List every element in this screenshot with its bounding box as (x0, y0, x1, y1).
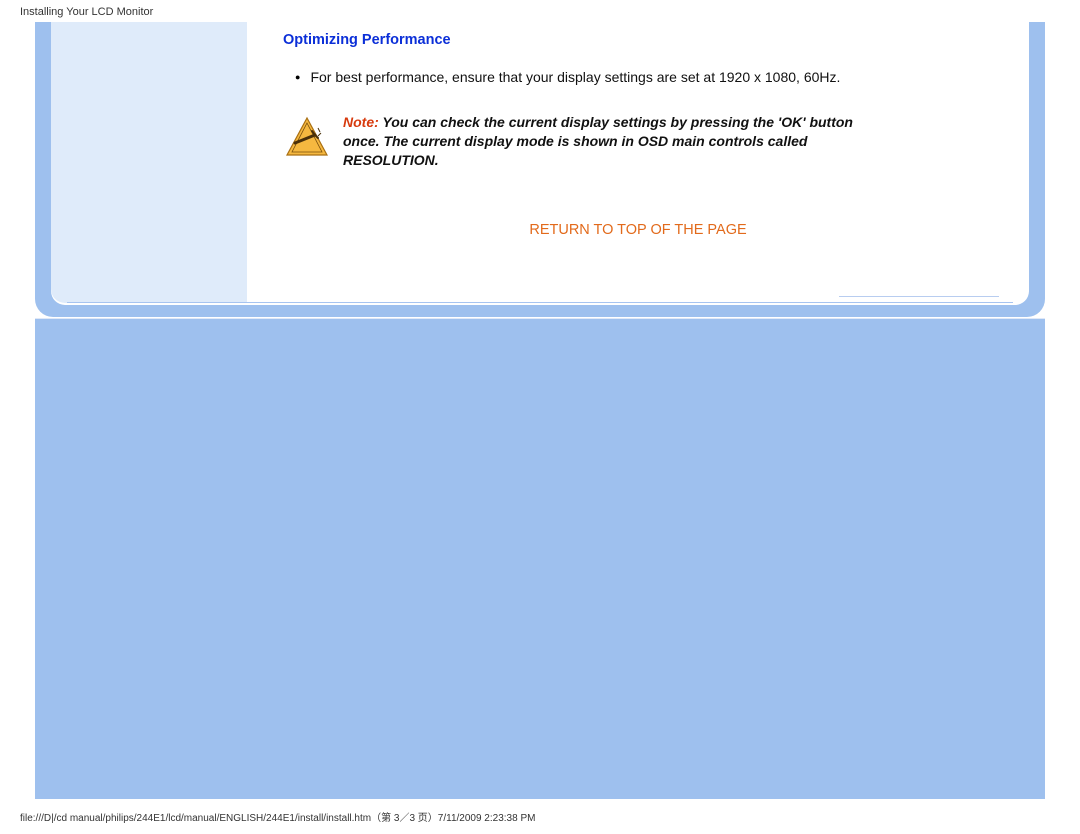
frame-bottom-line (67, 302, 1013, 303)
footer-path: file:///D|/cd manual/philips/244E1/lcd/m… (20, 809, 535, 824)
note-body: You can check the current display settin… (343, 114, 853, 168)
divider-line (839, 296, 999, 297)
bullet-text: For best performance, ensure that your d… (310, 68, 840, 87)
note-text: Note: You can check the current display … (343, 113, 989, 170)
bullet-dot-icon: ● (295, 72, 300, 82)
return-to-top-link[interactable]: RETURN TO TOP OF THE PAGE (287, 222, 989, 238)
warning-triangle-icon (285, 115, 329, 159)
section-heading: Optimizing Performance (283, 32, 989, 48)
note-row: Note: You can check the current display … (285, 113, 989, 170)
outer-panel: Optimizing Performance ● For best perfor… (35, 22, 1045, 317)
content-column: Optimizing Performance ● For best perfor… (247, 22, 1029, 303)
bullet-row: ● For best performance, ensure that your… (295, 68, 989, 87)
note-label: Note: (343, 114, 379, 130)
background-fill (35, 319, 1045, 799)
inner-frame: Optimizing Performance ● For best perfor… (51, 22, 1029, 305)
sidebar-column (51, 22, 247, 303)
page-title-header: Installing Your LCD Monitor (0, 0, 1080, 24)
